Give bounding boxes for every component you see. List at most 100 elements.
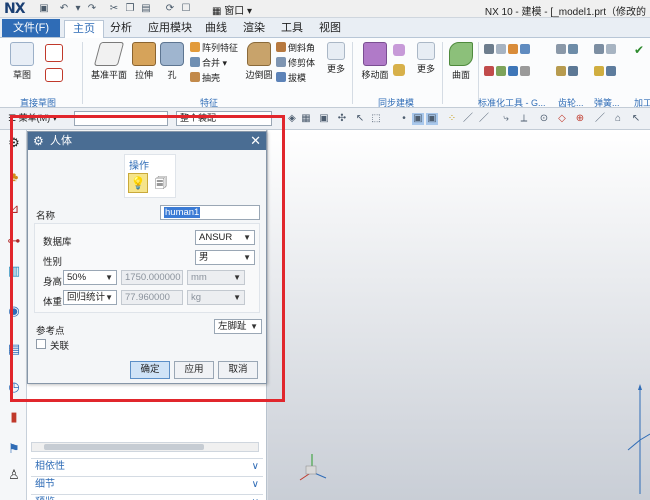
machining-check[interactable]: ✔	[634, 44, 644, 56]
move-face-button[interactable]: 移动面	[360, 42, 390, 81]
file-menu[interactable]: 文件(F)	[2, 19, 60, 37]
touch-mode-icon[interactable]: ☐	[180, 3, 192, 15]
repeat-command-icon[interactable]: ⟳	[164, 3, 176, 15]
window-menu[interactable]: ▦ 窗口 ▾	[212, 2, 252, 17]
apply-button[interactable]: 应用	[174, 361, 214, 379]
more-sync-button[interactable]: 更多	[414, 42, 438, 75]
scrollbar-thumb[interactable]	[44, 444, 204, 450]
save-icon[interactable]: ▣	[38, 3, 50, 15]
name-field[interactable]: human1	[160, 205, 260, 220]
part-navigator-icon[interactable]: ⊶	[5, 232, 23, 250]
point-on-face-icon[interactable]: ⌂	[612, 113, 624, 125]
select-pointer-icon[interactable]: ↖	[354, 113, 366, 125]
select-all-icon[interactable]: ▦	[300, 113, 312, 125]
cancel-button[interactable]: 取消	[218, 361, 258, 379]
roles-icon[interactable]: ⚑	[5, 440, 23, 458]
tab-view[interactable]: 视图	[311, 20, 349, 38]
history-icon[interactable]: ▤	[5, 340, 23, 358]
snap-cube-icon[interactable]: ▣	[412, 113, 424, 125]
nav-section-details[interactable]: 细节 ∨	[31, 476, 263, 492]
more-features-button[interactable]: 更多	[324, 42, 348, 75]
mid-point-icon[interactable]: ／	[478, 113, 490, 125]
arc-center-icon[interactable]: ⊙	[538, 113, 550, 125]
reference-point-select[interactable]: 左脚趾 ▼	[214, 319, 262, 334]
clock-icon[interactable]: ◷	[5, 378, 23, 396]
pattern-feature-button[interactable]: 阵列特征	[190, 42, 238, 54]
profile-button[interactable]	[44, 44, 64, 64]
sync-tool-1[interactable]	[392, 44, 406, 58]
gear-tools-2[interactable]	[556, 66, 580, 78]
nav-section-preview[interactable]: 预览 ∨	[31, 494, 263, 500]
weight-unit-select[interactable]: kg ▼	[187, 290, 245, 305]
tab-home[interactable]: 主页	[64, 20, 104, 38]
hole-button[interactable]: 孔	[160, 42, 184, 81]
ok-button[interactable]: 确定	[130, 361, 170, 379]
line-icon[interactable]: ／	[594, 113, 606, 125]
database-select[interactable]: ANSUR ▼	[195, 230, 255, 245]
type-filter-combo[interactable]	[74, 111, 168, 126]
tab-tools[interactable]: 工具	[273, 20, 311, 38]
select-lasso-icon[interactable]: ⬚	[370, 113, 382, 125]
pointer-icon[interactable]: ↖	[630, 113, 642, 125]
height-unit-select[interactable]: mm ▼	[187, 270, 245, 285]
std-tool-row-2[interactable]	[484, 66, 532, 78]
height-percent-select[interactable]: 50% ▼	[63, 270, 117, 285]
gender-select[interactable]: 男 ▼	[195, 250, 255, 265]
tab-render[interactable]: 渲染	[235, 20, 273, 38]
extrude-button[interactable]: 拉伸	[130, 42, 158, 81]
tab-analysis[interactable]: 分析	[102, 20, 140, 38]
surface-button[interactable]: 曲面	[448, 42, 474, 81]
nav-section-dependencies[interactable]: 相依性 ∨	[31, 458, 263, 474]
point-on-curve-icon[interactable]: ⊕	[574, 113, 586, 125]
undo-icon[interactable]: ↶	[58, 3, 70, 15]
selection-scope-combo[interactable]: 整个装配	[176, 111, 272, 126]
menu-button[interactable]: ☰ 菜单(M) ▾	[4, 111, 72, 126]
associative-checkbox[interactable]	[36, 339, 46, 349]
document-icon[interactable]: 🗐	[152, 174, 170, 192]
chamfer-button[interactable]: 倒斜角	[276, 42, 315, 54]
horizontal-scrollbar[interactable]	[31, 442, 259, 452]
system-material-icon[interactable]: ▮	[5, 408, 23, 426]
web-browser-icon[interactable]: ◉	[5, 302, 23, 320]
snap-cube-icon[interactable]: ▣	[426, 113, 438, 125]
unite-button[interactable]: 合并 ▾	[190, 57, 227, 69]
weight-value-field[interactable]: 77.960000	[121, 290, 183, 305]
spring-tools-2[interactable]	[594, 66, 618, 78]
gear-icon[interactable]: ⚙	[33, 132, 44, 150]
trim-body-button[interactable]: 修剪体	[276, 57, 315, 69]
sync-tool-2[interactable]	[392, 64, 406, 78]
select-filter-icon[interactable]: ◈	[286, 113, 298, 125]
dropdown-icon[interactable]: ▾	[72, 3, 84, 15]
snap-grid-icon[interactable]: ⁘	[446, 113, 458, 125]
copy-icon[interactable]: ❐	[124, 3, 136, 15]
rectangle-button[interactable]	[44, 68, 64, 84]
assembly-navigator-icon[interactable]: ♣	[5, 168, 23, 186]
constraint-navigator-icon[interactable]: ⊿	[5, 200, 23, 218]
dialog-title-bar[interactable]: ⚙ 人体 ✕	[28, 132, 266, 150]
tab-curve[interactable]: 曲线	[197, 20, 235, 38]
tab-applications[interactable]: 应用模块	[140, 20, 200, 38]
std-tool-row-1[interactable]	[484, 44, 532, 56]
paste-icon[interactable]: ▤	[140, 3, 152, 15]
gear-icon[interactable]: ⚙	[5, 134, 23, 152]
select-box-icon[interactable]: ▣	[318, 113, 330, 125]
cut-icon[interactable]: ✂	[108, 3, 120, 15]
draft-button[interactable]: 拔模	[276, 72, 306, 84]
weight-mode-select[interactable]: 回归统计 ▼	[63, 290, 117, 305]
curve-point-icon[interactable]: ⤷	[500, 113, 512, 125]
intersection-icon[interactable]: ⟂	[518, 113, 530, 125]
shell-button[interactable]: 抽壳	[190, 72, 220, 84]
sketch-button[interactable]: 草图	[8, 42, 36, 81]
reuse-library-icon[interactable]: ▥	[5, 262, 23, 280]
snap-point-icon[interactable]: •	[398, 113, 410, 125]
close-icon[interactable]: ✕	[250, 132, 261, 150]
datum-plane-button[interactable]: 基准平面	[88, 42, 130, 81]
gear-tools[interactable]	[556, 44, 580, 56]
lightbulb-icon[interactable]: 💡	[128, 173, 148, 193]
edge-blend-button[interactable]: 边倒圆	[244, 42, 274, 81]
end-point-icon[interactable]: ／	[462, 113, 474, 125]
human-icon[interactable]: ♙	[5, 466, 23, 484]
quadrant-icon[interactable]: ◇	[556, 113, 568, 125]
redo-icon[interactable]: ↷	[86, 3, 98, 15]
spring-tools[interactable]	[594, 44, 618, 56]
